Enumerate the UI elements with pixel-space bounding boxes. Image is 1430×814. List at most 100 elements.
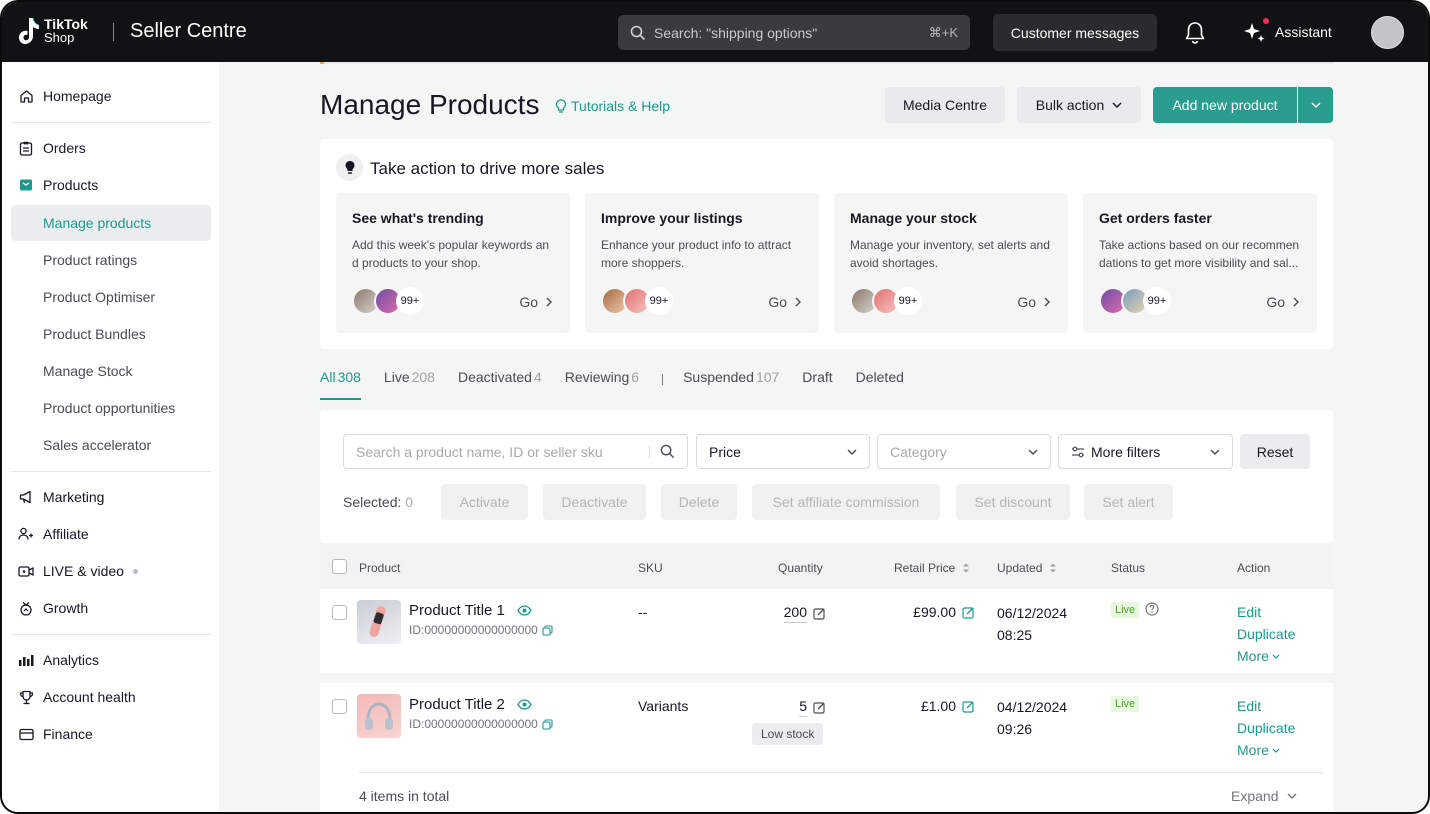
category-select[interactable]: Category (877, 434, 1051, 469)
sidebar-item-analytics[interactable]: Analytics (18, 652, 99, 668)
edit-icon[interactable] (962, 700, 975, 713)
sidebar-item-orders[interactable]: Orders (18, 140, 86, 156)
more-menu[interactable]: More (1237, 739, 1295, 761)
product-thumbnail[interactable] (357, 600, 401, 644)
set-affiliate-commission-button[interactable]: Set affiliate commission (752, 484, 940, 520)
action-card-trending[interactable]: See what's trending Add this week's popu… (336, 193, 570, 333)
copy-icon[interactable] (542, 718, 553, 730)
sidebar-item-products[interactable]: Products (18, 177, 98, 193)
eye-icon[interactable] (517, 699, 532, 710)
sidebar-item-product-bundles[interactable]: Product Bundles (43, 326, 146, 342)
price-select[interactable]: Price (696, 434, 870, 469)
more-label: More (1237, 648, 1269, 664)
row-checkbox[interactable] (332, 699, 347, 714)
sidebar-item-sales-accelerator[interactable]: Sales accelerator (43, 437, 151, 453)
tab-suspended[interactable]: Suspended 107 (683, 369, 779, 397)
sidebar-item-finance[interactable]: Finance (18, 726, 93, 742)
tab-draft[interactable]: Draft (802, 369, 832, 397)
bulk-action-button[interactable]: Bulk action (1017, 87, 1141, 123)
sidebar-item-growth[interactable]: Growth (18, 600, 88, 616)
column-header-retail-price[interactable]: Retail Price (894, 561, 970, 575)
tab-all[interactable]: All 308 (320, 369, 361, 400)
copy-icon[interactable] (542, 624, 553, 636)
notifications-bell-icon[interactable] (1184, 21, 1206, 50)
reset-button[interactable]: Reset (1240, 434, 1310, 469)
edit-icon[interactable] (813, 701, 826, 714)
customer-messages-button[interactable]: Customer messages (993, 14, 1157, 51)
set-discount-button[interactable]: Set discount (956, 484, 1070, 520)
card-go-link[interactable]: Go (768, 294, 801, 310)
sidebar-item-homepage[interactable]: Homepage (18, 88, 112, 104)
column-header-updated[interactable]: Updated (997, 561, 1057, 575)
tutorials-help-link[interactable]: Tutorials & Help (555, 98, 670, 114)
global-search[interactable]: Search: "shipping options" ⌘+K (618, 15, 970, 50)
product-id: ID:00000000000000000 (409, 717, 553, 731)
tab-deleted[interactable]: Deleted (856, 369, 904, 397)
tiktok-shop-logo[interactable]: TikTok Shop (18, 16, 88, 46)
product-name[interactable]: Product Title 2 (409, 696, 532, 713)
avatar-group: 99+ (352, 287, 424, 315)
delete-button[interactable]: Delete (661, 484, 737, 520)
sidebar-item-product-opportunities[interactable]: Product opportunities (43, 400, 175, 416)
row-checkbox[interactable] (332, 605, 347, 620)
updated-cell: 04/12/2024 09:26 (997, 696, 1067, 740)
assistant-button[interactable]: Assistant (1242, 18, 1332, 44)
action-card-orders[interactable]: Get orders faster Take actions based on … (1083, 193, 1317, 333)
sidebar-item-product-optimiser[interactable]: Product Optimiser (43, 289, 155, 305)
deactivate-button[interactable]: Deactivate (543, 484, 646, 520)
product-id-text: ID:00000000000000000 (409, 717, 538, 731)
add-new-product-button[interactable]: Add new product (1153, 87, 1297, 123)
sidebar-item-account-health[interactable]: Account health (18, 689, 136, 705)
card-go-link[interactable]: Go (1266, 294, 1299, 310)
edit-icon[interactable] (962, 606, 975, 619)
more-filters-select[interactable]: More filters (1058, 434, 1233, 469)
card-go-link[interactable]: Go (519, 294, 552, 310)
search-icon[interactable] (660, 444, 675, 459)
card-go-link[interactable]: Go (1017, 294, 1050, 310)
sidebar-label-marketing: Marketing (43, 489, 105, 505)
activate-button[interactable]: Activate (441, 484, 528, 520)
select-all-checkbox[interactable] (332, 559, 347, 574)
clipboard-icon (18, 140, 34, 156)
tab-reviewing[interactable]: Reviewing 6 (565, 369, 639, 397)
sku-value: Variants (638, 698, 689, 714)
sidebar-item-affiliate[interactable]: Affiliate (18, 526, 89, 542)
sidebar-label-analytics: Analytics (43, 652, 100, 668)
more-menu[interactable]: More (1237, 645, 1295, 667)
user-avatar[interactable] (1371, 16, 1404, 49)
sidebar-item-manage-products[interactable]: Manage products (43, 215, 151, 231)
table-row: Product Title 2 ID:00000000000000000 Var… (320, 683, 1333, 772)
tab-deactivated[interactable]: Deactivated 4 (458, 369, 542, 397)
people-icon (18, 526, 34, 542)
product-thumbnail[interactable] (357, 694, 401, 738)
edit-link[interactable]: Edit (1237, 601, 1295, 623)
tab-count: 308 (337, 369, 361, 385)
chevron-down-icon (1310, 102, 1321, 108)
edit-icon[interactable] (813, 607, 826, 620)
product-name[interactable]: Product Title 1 (409, 602, 532, 619)
action-card-listings[interactable]: Improve your listings Enhance your produ… (585, 193, 819, 333)
eye-icon[interactable] (517, 605, 532, 616)
tab-label: Deactivated (457, 369, 532, 385)
sidebar-item-live-video[interactable]: LIVE & video (18, 563, 138, 579)
tab-live[interactable]: Live 208 (384, 369, 435, 397)
edit-link[interactable]: Edit (1237, 695, 1295, 717)
column-header-quantity: Quantity (778, 561, 823, 575)
sidebar-item-product-ratings[interactable]: Product ratings (43, 252, 137, 268)
help-circle-icon[interactable] (1145, 602, 1159, 616)
duplicate-link[interactable]: Duplicate (1237, 717, 1295, 739)
selected-value: 0 (405, 494, 414, 510)
tiktok-icon (19, 17, 40, 44)
sidebar-item-marketing[interactable]: Marketing (18, 489, 104, 505)
action-card-stock[interactable]: Manage your stock Manage your inventory,… (834, 193, 1068, 333)
add-product-dropdown-button[interactable] (1298, 87, 1333, 123)
product-search-input[interactable]: Search a product name, ID or seller sku (343, 434, 688, 469)
sidebar-divider (11, 634, 211, 635)
set-alert-button[interactable]: Set alert (1084, 484, 1173, 520)
chevron-down-icon (1272, 748, 1280, 753)
sidebar-item-manage-stock[interactable]: Manage Stock (43, 363, 133, 379)
expand-button[interactable]: Expand (1231, 788, 1297, 804)
duplicate-link[interactable]: Duplicate (1237, 623, 1295, 645)
media-centre-button[interactable]: Media Centre (885, 87, 1005, 123)
avatar-count: 99+ (894, 287, 922, 315)
